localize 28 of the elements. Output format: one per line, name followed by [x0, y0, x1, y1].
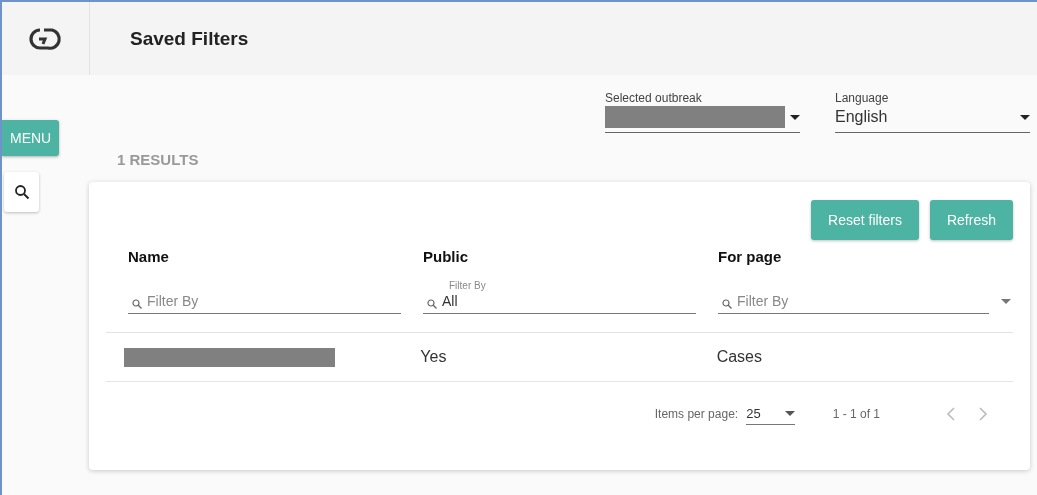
- caret-icon: [784, 410, 795, 416]
- caret-icon: [790, 114, 800, 120]
- search-button[interactable]: [4, 172, 39, 212]
- page-size-dropdown[interactable]: 25: [746, 403, 795, 425]
- dropdown-field[interactable]: Language English: [835, 91, 1030, 133]
- filter-field[interactable]: Filter By: [718, 291, 989, 314]
- caret-icon: [1020, 114, 1030, 120]
- search-icon: [132, 299, 142, 309]
- column-heading: Public: [423, 248, 469, 267]
- filter-field[interactable]: All: [423, 291, 696, 314]
- column-heading: For page: [718, 248, 783, 267]
- page-title: Saved Filters: [130, 27, 249, 50]
- items-per-page-label: Items per page:: [654, 407, 739, 421]
- field-value: English: [835, 108, 888, 126]
- field-label: Filter By: [449, 280, 487, 291]
- search-icon: [427, 299, 437, 309]
- search-icon: [722, 299, 732, 309]
- dropdown-field[interactable]: Selected outbreak: [605, 91, 800, 133]
- caret-icon[interactable]: [1001, 299, 1011, 304]
- field-label: Selected outbreak: [605, 91, 703, 105]
- filter-field[interactable]: Filter By: [128, 291, 401, 314]
- page-range: 1 - 1 of 1: [832, 407, 880, 421]
- field-label: Language: [835, 91, 890, 105]
- table-cell: Cases: [716, 348, 762, 365]
- results-count: 1 RESULTS: [117, 151, 200, 168]
- search-icon: [13, 184, 30, 200]
- column-heading: Name: [128, 248, 170, 267]
- table-cell: Yes: [420, 348, 447, 365]
